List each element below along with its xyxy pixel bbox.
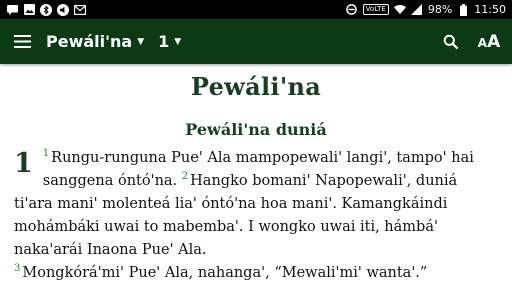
book-selector-label: Pewáli'na (46, 32, 133, 51)
text-size-icon: AA (477, 31, 501, 52)
battery-icon (457, 3, 469, 16)
gmail-icon (74, 4, 86, 16)
block-icon (346, 4, 358, 16)
chapter-selector[interactable]: 1 ▼ (158, 32, 181, 51)
image-icon (23, 4, 35, 16)
message-icon (6, 4, 18, 16)
text-size-button[interactable]: AA (476, 29, 502, 55)
book-selector[interactable]: Pewáli'na ▼ (46, 32, 144, 51)
chapter-text: 1 1 Rungu-runguna Pue' Ala mampopewali' l… (14, 147, 498, 285)
signal-icon (411, 4, 423, 16)
search-button[interactable] (438, 29, 464, 55)
section-heading: Pewáli'na duniá (185, 120, 327, 139)
wifi-icon (393, 4, 406, 16)
chapter-number: 1 (14, 148, 33, 179)
verse-number[interactable]: 2 (182, 171, 188, 182)
search-icon (443, 34, 459, 49)
chevron-down-icon: ▼ (137, 36, 145, 47)
status-bar: VoLTE 98% 11:50 (0, 0, 512, 19)
sound-icon (57, 3, 69, 16)
menu-button[interactable] (12, 32, 32, 52)
hamburger-icon (13, 35, 31, 48)
app-toolbar: Pewáli'na ▼ 1 ▼ AA (0, 19, 512, 64)
book-title: Pewáli'na (190, 72, 322, 101)
bluetooth-icon (40, 3, 52, 16)
status-bar-notifications (6, 3, 86, 16)
reading-pane: Pewáli'na Pewáli'na duniá 1 1 Rungu-rungu… (0, 72, 512, 285)
battery-percent: 98% (427, 3, 453, 16)
verse-number[interactable]: 1 (43, 148, 49, 159)
volte-icon: VoLTE (362, 4, 389, 15)
clock: 11:50 (474, 3, 506, 16)
chevron-down-icon: ▼ (174, 36, 182, 47)
chapter-selector-label: 1 (158, 32, 170, 51)
status-bar-system: VoLTE 98% 11:50 (346, 3, 506, 16)
verse-number[interactable]: 3 (14, 263, 20, 274)
verse-text[interactable]: Mongkórá'mi' Pue' Ala, nahanga', “Mewali… (22, 265, 427, 281)
